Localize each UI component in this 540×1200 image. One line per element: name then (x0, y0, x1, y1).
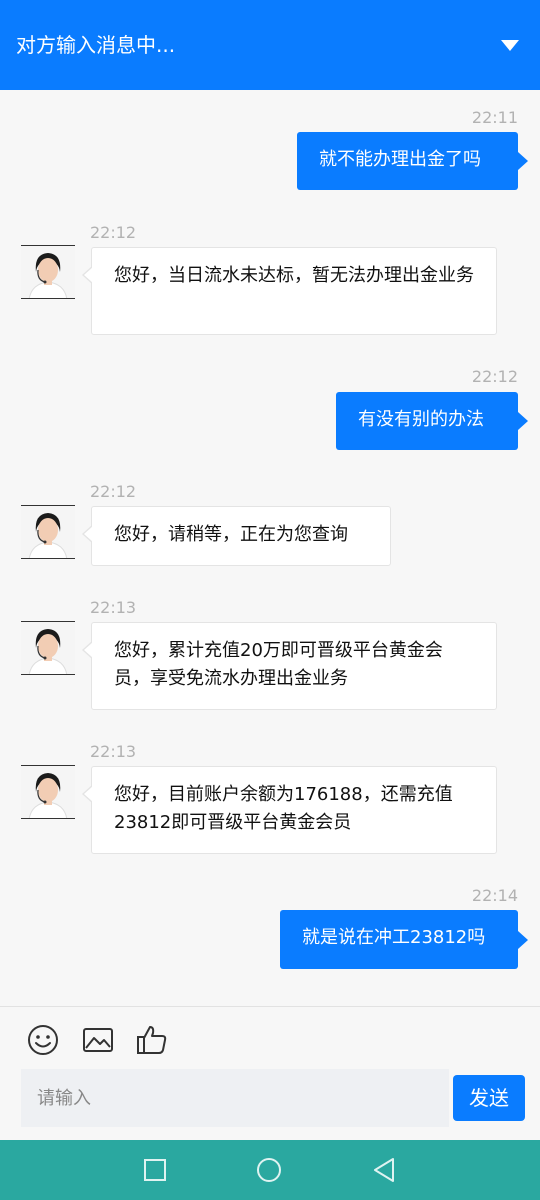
message-bubble-incoming[interactable]: 您好，累计充值20万即可晋级平台黄金会员，享受免流水办理出金业务 (82, 622, 497, 710)
emoji-icon[interactable] (26, 1023, 60, 1057)
message-bubble-incoming[interactable]: 您好，请稍等，正在为您查询 (82, 506, 391, 566)
thumbs-up-icon[interactable] (135, 1023, 169, 1057)
avatar[interactable] (21, 245, 75, 299)
image-icon[interactable] (81, 1023, 115, 1057)
composer: 发送 (0, 1006, 540, 1141)
avatar[interactable] (21, 765, 75, 819)
message-time: 22:11 (471, 108, 518, 127)
message-bubble-outgoing[interactable]: 有没有别的办法 (336, 392, 528, 450)
circle-nav-icon[interactable] (256, 1157, 282, 1183)
square-nav-icon[interactable] (142, 1157, 168, 1183)
agent-avatar-icon (21, 766, 75, 818)
message-time: 22:12 (90, 223, 137, 242)
message-bubble-incoming[interactable]: 您好，目前账户余额为176188，还需充值23812即可晋级平台黄金会员 (82, 766, 497, 854)
message-time: 22:13 (90, 742, 137, 761)
message-list[interactable]: 22:11 就不能办理出金了吗 22:12 您好，当日流水未达标，暂无法办理出金… (0, 90, 540, 1006)
page-title: 对方输入消息中... (16, 33, 176, 57)
system-navbar (0, 1140, 540, 1200)
back-nav-icon[interactable] (371, 1157, 397, 1183)
agent-avatar-icon (21, 622, 75, 674)
send-button[interactable]: 发送 (453, 1075, 525, 1121)
chevron-down-icon[interactable] (500, 38, 520, 52)
message-time: 22:13 (90, 598, 137, 617)
message-input[interactable] (21, 1069, 449, 1127)
message-bubble-incoming[interactable]: 您好，当日流水未达标，暂无法办理出金业务 (82, 247, 497, 335)
message-bubble-outgoing[interactable]: 就是说在冲工23812吗 (280, 910, 528, 969)
message-time: 22:12 (471, 367, 518, 386)
agent-avatar-icon (21, 246, 75, 298)
message-time: 22:14 (471, 886, 518, 905)
avatar[interactable] (21, 505, 75, 559)
agent-avatar-icon (21, 506, 75, 558)
message-time: 22:12 (90, 482, 137, 501)
chat-header: 对方输入消息中... (0, 0, 540, 90)
avatar[interactable] (21, 621, 75, 675)
message-bubble-outgoing[interactable]: 就不能办理出金了吗 (297, 132, 528, 190)
